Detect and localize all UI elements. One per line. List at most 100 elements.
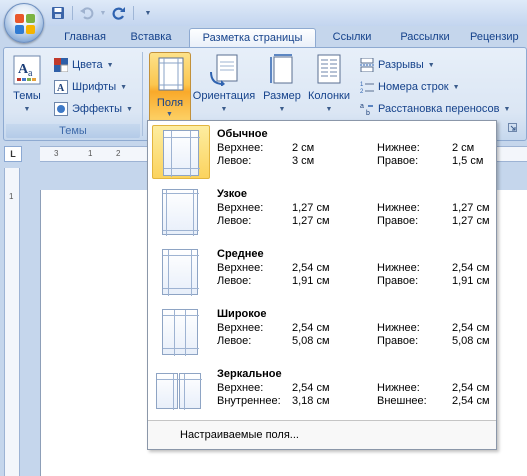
margins-label: Поля (156, 97, 184, 109)
svg-text:a: a (28, 68, 33, 79)
size-button[interactable]: Размер ▼ (260, 54, 304, 114)
ruler-mark: 1 (88, 149, 93, 158)
redo-icon[interactable] (109, 4, 129, 22)
margin-preset-mirrored-icon (152, 365, 210, 419)
tab-page-layout[interactable]: Разметка страницы (189, 28, 316, 49)
top-margin-value: 1,27 см (292, 202, 330, 214)
orientation-dropdown-icon: ▼ (220, 106, 228, 113)
hyphenation-button[interactable]: ab Расстановка переносов ▼ (360, 100, 510, 118)
svg-text:A: A (57, 83, 65, 94)
custom-margins-label: Настраиваемые поля... (180, 429, 299, 441)
save-icon[interactable] (48, 4, 68, 22)
orientation-label: Ориентация (192, 90, 256, 102)
qat-separator (72, 6, 73, 20)
margin-preset-moderate-icon (152, 245, 210, 299)
preset-name: Среднее (217, 248, 264, 260)
left-margin-label: Левое: (217, 275, 252, 287)
tab-review[interactable]: Рецензир (470, 28, 527, 48)
effects-icon (54, 102, 68, 116)
themes-button[interactable]: A a Темы ▼ (10, 54, 44, 114)
size-icon (270, 54, 293, 84)
undo-dropdown-icon[interactable]: ▼ (99, 4, 107, 22)
preset-name: Обычное (217, 128, 268, 140)
margins-dropdown: Обычное Верхнее: 2 см Нижнее: 2 см Левое: 3 см… (147, 120, 497, 450)
top-margin-label: Верхнее: (217, 262, 264, 274)
hyphenation-dropdown-icon: ▼ (503, 105, 511, 113)
bottom-margin-label: Нижнее: (377, 382, 420, 394)
svg-text:b: b (366, 110, 370, 116)
tab-stop-selector[interactable]: L (4, 146, 22, 162)
tab-home[interactable]: Главная (56, 28, 114, 48)
margin-preset-narrow-icon (152, 185, 210, 239)
line-numbers-dropdown-icon: ▼ (452, 83, 460, 91)
svg-text:1: 1 (360, 82, 364, 88)
orientation-icon (210, 54, 238, 87)
orientation-button[interactable]: Ориентация ▼ (190, 54, 258, 114)
top-margin-value: 2 см (292, 142, 315, 154)
top-margin-label: Верхнее: (217, 202, 264, 214)
colors-dropdown-icon: ▼ (106, 61, 114, 69)
top-margin-value: 2,54 см (292, 322, 330, 334)
top-margin-value: 2,54 см (292, 262, 330, 274)
qat-separator (133, 6, 134, 20)
ribbon-tabs: Главная Вставка Разметка страницы Ссылки… (0, 26, 527, 49)
bottom-margin-value: 2 см (452, 142, 475, 154)
margins-icon (158, 57, 184, 91)
left-margin-value: 1,27 см (292, 215, 330, 227)
office-button[interactable] (4, 3, 44, 43)
left-margin-value: 5,08 см (292, 335, 330, 347)
margin-preset-normal-icon (152, 125, 210, 179)
top-margin-label: Верхнее: (217, 322, 264, 334)
effects-button[interactable]: Эффекты ▼ (54, 100, 133, 118)
preset-name: Узкое (217, 188, 247, 200)
ruler-mark: 3 (54, 149, 59, 158)
bottom-margin-value: 1,27 см (452, 202, 490, 214)
preset-name: Зеркальное (217, 368, 282, 380)
line-numbers-icon: 12 (360, 82, 374, 94)
fonts-button[interactable]: A Шрифты ▼ (54, 78, 127, 96)
breaks-label: Разрывы (378, 59, 424, 71)
margin-preset-wide[interactable]: Широкое Верхнее: 2,54 см Нижнее: 2,54 см Лево… (150, 303, 494, 361)
top-margin-value: 2,54 см (292, 382, 330, 394)
bottom-margin-value: 2,54 см (452, 322, 490, 334)
bottom-margin-value: 2,54 см (452, 382, 490, 394)
size-dropdown-icon: ▼ (278, 106, 286, 113)
right-margin-label: Правое: (377, 335, 419, 347)
right-margin-value: 1,27 см (452, 215, 490, 227)
vertical-ruler[interactable]: 1 (4, 168, 20, 476)
page-setup-launcher-icon[interactable] (508, 122, 518, 132)
themes-group-label: Темы (6, 124, 140, 138)
top-margin-label: Верхнее: (217, 142, 264, 154)
margin-preset-wide-icon (152, 305, 210, 359)
tab-insert[interactable]: Вставка (122, 28, 180, 48)
hyphenation-label: Расстановка переносов (378, 103, 500, 115)
tab-references[interactable]: Ссылки (324, 28, 380, 48)
right-margin-label: Правое: (377, 215, 419, 227)
breaks-icon (360, 58, 374, 72)
colors-button[interactable]: Цвета ▼ (54, 56, 114, 74)
left-margin-label: Левое: (217, 155, 252, 167)
line-numbers-button[interactable]: 12 Номера строк ▼ (360, 78, 460, 96)
margin-preset-moderate[interactable]: Среднее Верхнее: 2,54 см Нижнее: 2,54 см Лево… (150, 243, 494, 301)
left-margin-value: 3,18 см (292, 395, 330, 407)
size-label: Размер (263, 90, 301, 102)
margin-preset-normal[interactable]: Обычное Верхнее: 2 см Нижнее: 2 см Левое: 3 см… (150, 123, 494, 181)
columns-button[interactable]: Колонки ▼ (304, 54, 354, 114)
breaks-button[interactable]: Разрывы ▼ (360, 56, 435, 74)
bottom-margin-label: Нижнее: (377, 202, 420, 214)
custom-margins-item[interactable]: Настраиваемые поля... (148, 420, 496, 449)
top-margin-label: Верхнее: (217, 382, 264, 394)
customize-qat-icon[interactable]: ▼ (138, 4, 158, 22)
undo-icon[interactable] (77, 4, 97, 22)
margins-button[interactable]: Поля ▼ (149, 52, 191, 124)
tab-mailings[interactable]: Рассылки (390, 28, 460, 48)
margin-preset-mirrored[interactable]: Зеркальное Верхнее: 2,54 см Нижнее: 2,54 см В… (150, 363, 494, 421)
bottom-margin-label: Нижнее: (377, 322, 420, 334)
left-margin-value: 1,91 см (292, 275, 330, 287)
hyphenation-icon: ab (360, 103, 373, 116)
line-numbers-label: Номера строк (378, 81, 449, 93)
breaks-dropdown-icon: ▼ (427, 61, 435, 69)
margin-preset-narrow[interactable]: Узкое Верхнее: 1,27 см Нижнее: 1,27 см Левое:… (150, 183, 494, 241)
margins-dropdown-icon: ▼ (166, 111, 173, 118)
left-margin-value: 3 см (292, 155, 315, 167)
